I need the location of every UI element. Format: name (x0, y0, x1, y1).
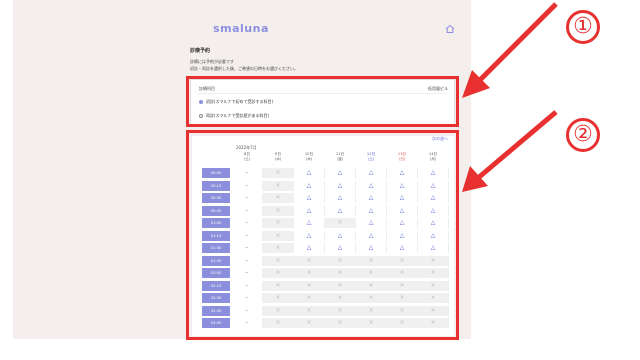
annotation-marker-1: ① (566, 10, 600, 44)
arrow-2-shaft (476, 110, 558, 180)
annotation-arrows (462, 2, 558, 192)
arrow-1-shaft (476, 2, 558, 84)
annotation-marker-2: ② (566, 118, 600, 152)
